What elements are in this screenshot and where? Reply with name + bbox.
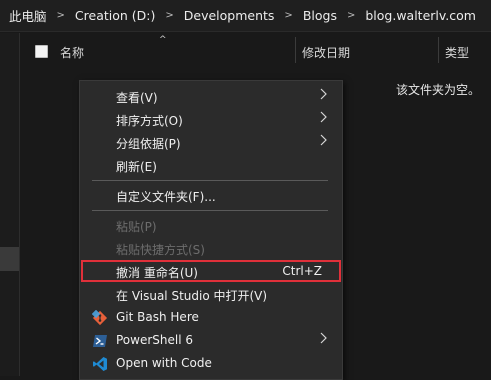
breadcrumb-developments[interactable]: Developments bbox=[184, 8, 275, 23]
menu-item-paste-shortcut[interactable]: 粘贴快捷方式(S) bbox=[80, 237, 342, 259]
column-header-type[interactable]: 类型 bbox=[445, 44, 469, 61]
sort-ascending-icon: ^ bbox=[159, 35, 167, 45]
empty-folder-message: 该文件夹为空。 bbox=[396, 83, 481, 97]
chevron-right-icon bbox=[320, 111, 328, 126]
column-divider[interactable] bbox=[438, 37, 439, 63]
git-icon bbox=[91, 309, 108, 326]
menu-item-label: 粘贴快捷方式(S) bbox=[116, 243, 205, 257]
menu-item-label: 在 Visual Studio 中打开(V) bbox=[116, 289, 268, 303]
context-menu: 查看(V) 排序方式(O) 分组依据(P) 刷新(E) 自定义文件夹(F)...… bbox=[79, 80, 343, 380]
breadcrumb-blogs[interactable]: Blogs bbox=[303, 8, 337, 23]
breadcrumb-separator-icon[interactable]: > bbox=[165, 10, 173, 21]
menu-item-label: 排序方式(O) bbox=[116, 114, 183, 128]
column-header-name[interactable]: 名称 bbox=[60, 44, 84, 61]
menu-item-refresh[interactable]: 刷新(E) bbox=[80, 154, 342, 176]
menu-item-label: Git Bash Here bbox=[116, 310, 199, 324]
menu-item-powershell-6[interactable]: PowerShell 6 bbox=[80, 329, 342, 351]
menu-item-git-bash-here[interactable]: Git Bash Here bbox=[80, 306, 342, 328]
menu-item-label: 查看(V) bbox=[116, 91, 158, 105]
chevron-right-icon bbox=[320, 134, 328, 149]
menu-separator bbox=[92, 180, 328, 181]
menu-item-sort-by[interactable]: 排序方式(O) bbox=[80, 108, 342, 130]
breadcrumb-drive[interactable]: Creation (D:) bbox=[75, 8, 155, 23]
column-divider[interactable] bbox=[295, 37, 296, 63]
menu-item-view[interactable]: 查看(V) bbox=[80, 85, 342, 107]
vscode-icon bbox=[92, 356, 108, 372]
column-header: 名称 ^ 修改日期 类型 bbox=[20, 33, 491, 67]
menu-item-label: 粘贴(P) bbox=[116, 220, 157, 234]
menu-item-customize-folder[interactable]: 自定义文件夹(F)... bbox=[80, 184, 342, 206]
menu-item-label: 刷新(E) bbox=[116, 160, 157, 174]
menu-item-group-by[interactable]: 分组依据(P) bbox=[80, 131, 342, 153]
menu-item-paste[interactable]: 粘贴(P) bbox=[80, 214, 342, 236]
navigation-pane-selected-item[interactable] bbox=[0, 247, 19, 271]
breadcrumb-current-folder[interactable]: blog.walterlv.com bbox=[365, 8, 476, 23]
column-header-date-modified[interactable]: 修改日期 bbox=[302, 44, 350, 61]
menu-item-open-with-code[interactable]: Open with Code bbox=[80, 352, 342, 374]
menu-item-open-in-visual-studio[interactable]: 在 Visual Studio 中打开(V) bbox=[80, 283, 342, 305]
menu-item-label: 自定义文件夹(F)... bbox=[116, 190, 216, 204]
breadcrumb: 此电脑 > Creation (D:) > Developments > Blo… bbox=[0, 0, 491, 32]
breadcrumb-separator-icon[interactable]: > bbox=[284, 10, 292, 21]
menu-item-label: PowerShell 6 bbox=[116, 333, 194, 347]
annotation-highlight-box bbox=[81, 260, 341, 282]
menu-item-label: 分组依据(P) bbox=[116, 137, 181, 151]
select-all-checkbox[interactable] bbox=[35, 45, 48, 58]
menu-separator bbox=[92, 210, 328, 211]
menu-item-label: Open with Code bbox=[116, 356, 212, 370]
chevron-right-icon bbox=[320, 332, 328, 347]
chevron-right-icon bbox=[320, 88, 328, 103]
powershell-icon bbox=[92, 333, 108, 349]
breadcrumb-this-pc[interactable]: 此电脑 bbox=[9, 6, 47, 25]
navigation-pane[interactable] bbox=[0, 33, 20, 376]
breadcrumb-separator-icon[interactable]: > bbox=[57, 10, 65, 21]
breadcrumb-separator-icon[interactable]: > bbox=[347, 10, 355, 21]
